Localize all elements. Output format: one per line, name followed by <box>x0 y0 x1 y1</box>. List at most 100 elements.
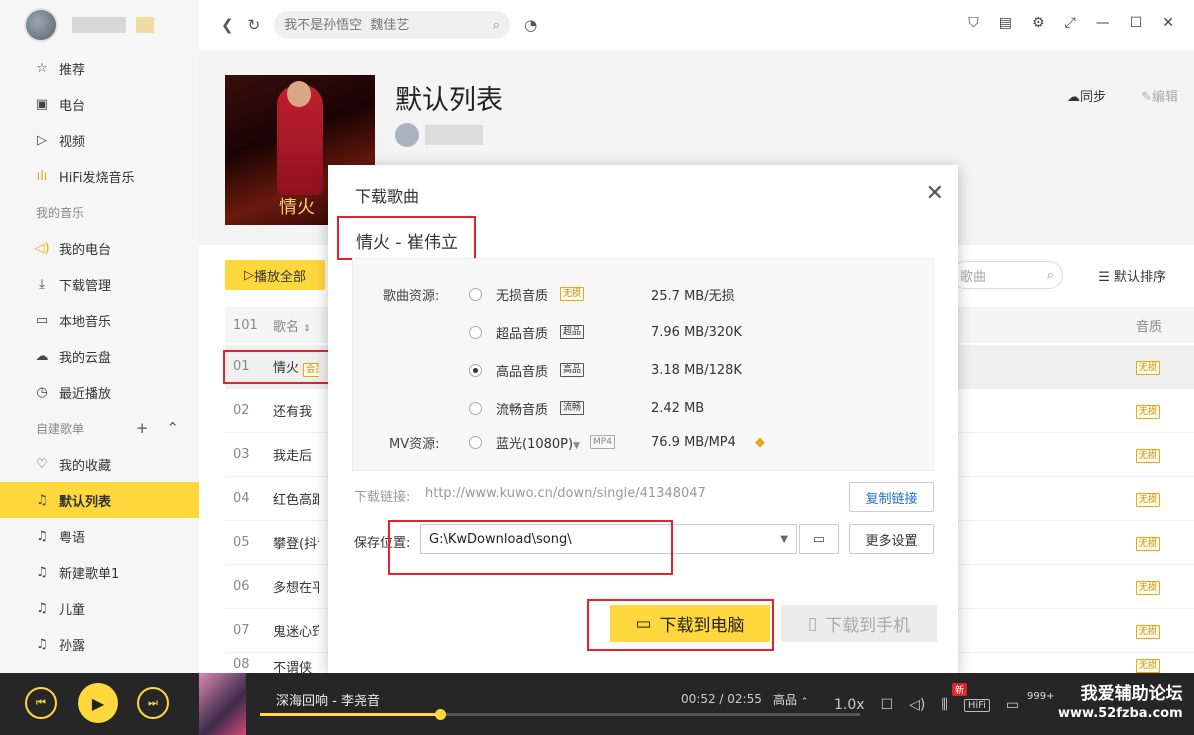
mv-option[interactable]: 蓝光(1080P)▼ MP4 76.9 MB/MP4 ◆ <box>469 432 765 452</box>
sync-button[interactable]: ☁同步 <box>1067 86 1106 105</box>
volume-icon[interactable]: ◁) <box>909 697 925 713</box>
search-icon[interactable]: ⌕ <box>493 18 500 33</box>
speed-button[interactable]: 1.0x <box>834 697 865 713</box>
sidebar-item-cantonese[interactable]: ♫ 粤语 <box>0 518 199 554</box>
radio-high[interactable] <box>469 363 482 377</box>
radio-mv[interactable] <box>469 435 482 449</box>
copy-link-button[interactable]: 复制链接 <box>849 482 934 512</box>
sidebar-item-local[interactable]: ▭ 本地音乐 <box>0 302 199 338</box>
page-title: 默认列表 <box>395 85 503 116</box>
quality-panel: 歌曲资源: 无损音质 无损 25.7 MB/无损 超品音质 超品 7.96 MB… <box>352 258 934 471</box>
quality-option-super[interactable]: 超品音质 超品 7.96 MB/320K <box>469 322 742 342</box>
chevron-up-icon: ⌃ <box>800 697 809 707</box>
radio-super[interactable] <box>469 325 482 339</box>
maximize-icon[interactable]: ☐ <box>1130 15 1143 31</box>
quality-option-high[interactable]: 高品音质 高品 3.18 MB/128K <box>469 360 742 380</box>
equalizer-icon[interactable]: ⫼ <box>941 697 947 713</box>
settings-icon[interactable]: ⚙ <box>1032 15 1045 31</box>
clock-icon: ◷ <box>36 384 48 400</box>
close-icon[interactable]: ✕ <box>926 181 944 206</box>
speaker-icon: ◁) <box>34 240 50 256</box>
previous-button[interactable]: ⏮ <box>25 687 57 719</box>
quality-badge: 无损 <box>1136 404 1161 419</box>
quality-badge: 无损 <box>1136 580 1161 595</box>
next-button[interactable]: ⏭ <box>137 687 169 719</box>
close-icon[interactable]: ✕ <box>1162 15 1174 31</box>
play-all-button[interactable]: ▷ 播放全部 <box>225 260 325 290</box>
quality-badge: 流畅 <box>560 401 585 415</box>
creator-avatar[interactable] <box>395 123 419 147</box>
radio-icon: ▣ <box>35 96 49 112</box>
download-to-phone-button[interactable]: ▯ 下载到手机 <box>781 605 937 642</box>
recognize-music-icon[interactable]: ◔ <box>524 16 537 34</box>
sidebar-item-new-list-1[interactable]: ♫ 新建歌单1 <box>0 554 199 590</box>
search-icon[interactable]: ⌕ <box>1047 268 1054 283</box>
sidebar-item-children[interactable]: ♫ 儿童 <box>0 590 199 626</box>
play-button[interactable]: ▶ <box>78 683 118 723</box>
vip-badge-blurred <box>136 17 154 33</box>
quality-badge: 无损 <box>1136 448 1161 463</box>
sidebar-item-hifi[interactable]: ılı HiFi发烧音乐 <box>0 158 199 194</box>
quality-badge: 无损 <box>1136 492 1161 507</box>
playlist-icon: ♫ <box>36 600 48 616</box>
search-input[interactable] <box>284 17 475 33</box>
hifi-button[interactable]: HiFi <box>963 698 990 712</box>
resource-label: 歌曲资源: <box>383 289 440 304</box>
now-playing-cover[interactable] <box>199 673 246 735</box>
sidebar-item-sunlu[interactable]: ♫ 孙露 <box>0 626 199 662</box>
browse-folder-button[interactable]: ▭ <box>799 524 839 554</box>
sidebar-item-cloud[interactable]: ☁ 我的云盘 <box>0 338 199 374</box>
sidebar-item-downloads[interactable]: ⤓ 下载管理 <box>0 266 199 302</box>
user-profile[interactable] <box>0 0 199 50</box>
play-icon: ▶ <box>91 693 105 713</box>
mini-mode-icon[interactable]: ⤢ <box>1065 15 1076 31</box>
quality-badge: 无损 <box>1136 536 1161 551</box>
progress-handle[interactable] <box>435 709 446 720</box>
song-search[interactable]: 歌曲 ⌕ <box>951 261 1063 289</box>
sidebar-item-favorites[interactable]: ♡ 我的收藏 <box>0 446 199 482</box>
monitor-icon: ▭ <box>35 312 49 328</box>
play-mode-icon[interactable]: ☐ <box>881 697 894 713</box>
now-playing-title[interactable]: 深海回响 - 李尧音 <box>276 690 380 709</box>
edit-button[interactable]: ✎编辑 <box>1141 86 1178 105</box>
sort-button[interactable]: ☰ 默认排序 <box>1098 266 1166 285</box>
sidebar-item-recommend[interactable]: ☆ 推荐 <box>0 50 199 86</box>
sidebar-item-radio[interactable]: ▣ 电台 <box>0 86 199 122</box>
cloud-icon: ☁ <box>1066 90 1080 105</box>
comment-icon[interactable]: ▭ <box>1006 697 1019 713</box>
skin-icon[interactable]: ⛉ <box>968 15 979 31</box>
avatar[interactable] <box>24 8 58 42</box>
watermark: 我爱辅助论坛 www.52fzba.com <box>1058 684 1183 722</box>
collapse-icon[interactable]: ⌃ <box>166 419 179 437</box>
more-settings-button[interactable]: 更多设置 <box>849 524 934 554</box>
back-icon[interactable]: ❮ <box>221 16 234 34</box>
fm-icon[interactable]: ▤ <box>999 15 1012 31</box>
new-badge: 新 <box>952 683 968 696</box>
global-search[interactable]: ⌕ <box>274 11 511 39</box>
mv-quality-select[interactable]: 蓝光(1080P)▼ <box>496 433 580 452</box>
progress-bar[interactable] <box>260 709 860 720</box>
nav-my-music: ◁) 我的电台 ⤓ 下载管理 ▭ 本地音乐 ☁ 我的云盘 ◷ 最近播放 <box>0 230 199 410</box>
minimize-icon[interactable]: — <box>1096 15 1110 31</box>
player-bar: ⏮ ▶ ⏭ 深海回响 - 李尧音 00:52 / 02:55 高品 ⌃ 1.0x… <box>0 673 1194 735</box>
folder-icon: ▭ <box>812 531 826 547</box>
section-custom-playlists: 自建歌单 + ⌃ <box>36 419 179 437</box>
cover-head <box>287 81 311 107</box>
quality-option-smooth[interactable]: 流畅音质 流畅 2.42 MB <box>469 398 704 418</box>
sidebar-item-video[interactable]: ▷ 视频 <box>0 122 199 158</box>
play-icon: ▷ <box>243 267 254 283</box>
radio-smooth[interactable] <box>469 401 482 415</box>
playlist-creator[interactable] <box>395 123 483 147</box>
sidebar-item-recent[interactable]: ◷ 最近播放 <box>0 374 199 410</box>
dropdown-icon[interactable]: ▼ <box>780 534 788 545</box>
quality-select[interactable]: 高品 ⌃ <box>773 691 808 708</box>
sidebar-item-my-radio[interactable]: ◁) 我的电台 <box>0 230 199 266</box>
refresh-icon[interactable]: ↻ <box>248 16 261 34</box>
add-playlist-icon[interactable]: + <box>136 419 149 437</box>
quality-option-lossless[interactable]: 无损音质 无损 25.7 MB/无损 <box>469 284 735 304</box>
download-link[interactable]: http://www.kuwo.cn/down/single/41348047 <box>425 486 706 501</box>
sidebar-item-default-list[interactable]: ♫ 默认列表 <box>0 482 199 518</box>
sort-icon: ☰ <box>1098 270 1110 285</box>
quality-badge: 无损 <box>1136 659 1161 673</box>
radio-lossless[interactable] <box>469 287 482 301</box>
